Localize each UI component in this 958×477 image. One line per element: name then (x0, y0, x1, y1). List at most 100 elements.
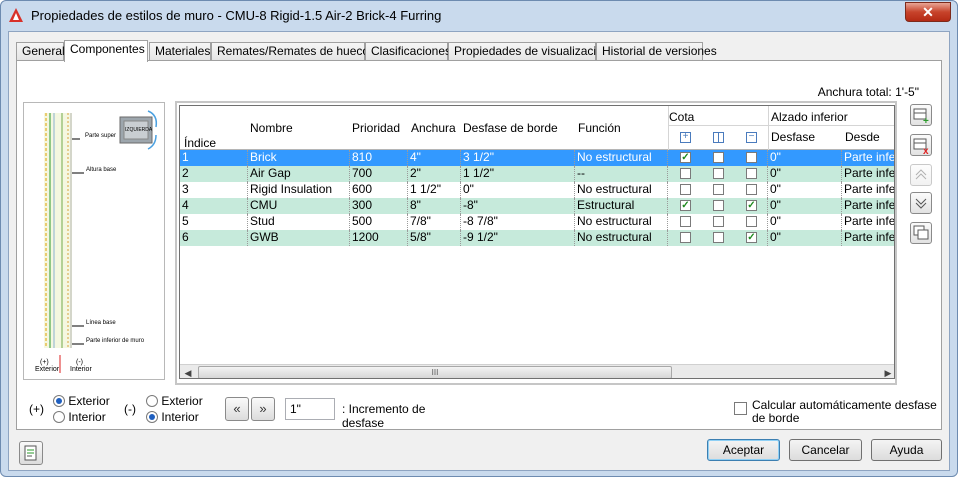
cell-offset[interactable]: 0" (768, 166, 842, 182)
table-row[interactable]: 4CMU3008"-8"Estructural ✓ ✓ 0"Parte inferio… (180, 198, 894, 214)
cell-name[interactable]: CMU (248, 198, 350, 214)
dimension-checkbox[interactable] (746, 168, 757, 179)
dim-exterior-icon[interactable]: + (680, 132, 691, 143)
cell-function[interactable]: No estructural (575, 150, 668, 166)
dimension-checkbox[interactable]: ✓ (746, 200, 757, 211)
cell-from[interactable]: Parte inferior (842, 214, 894, 230)
cell-offset[interactable]: 0" (768, 230, 842, 246)
cell-function[interactable]: -- (575, 166, 668, 182)
cell-function[interactable]: No estructural (575, 182, 668, 198)
help-button[interactable]: Ayuda (871, 439, 942, 461)
cell-function[interactable]: No estructural (575, 214, 668, 230)
accept-button[interactable]: Aceptar (707, 439, 780, 461)
cell-priority[interactable]: 500 (350, 214, 408, 230)
header-function[interactable]: Función (578, 121, 621, 135)
dimension-checkbox[interactable] (713, 232, 724, 243)
title-bar[interactable]: Propiedades de estilos de muro - CMU-8 R… (1, 1, 957, 31)
cell-index[interactable]: 3 (180, 182, 248, 198)
cell-from[interactable]: Parte inferior (842, 230, 894, 246)
scroll-thumb[interactable]: III (198, 366, 672, 378)
cell-offset[interactable]: 0" (768, 214, 842, 230)
plus-interior-radio[interactable] (53, 411, 65, 423)
cell-offset[interactable]: 0" (768, 182, 842, 198)
plus-exterior-radio[interactable] (53, 395, 65, 407)
cell-index[interactable]: 1 (180, 150, 248, 166)
move-up-button[interactable] (910, 164, 932, 186)
plus-exterior-option[interactable]: Exterior (53, 394, 110, 408)
scroll-left-arrow-icon[interactable]: ◀ (180, 365, 196, 378)
remove-component-button[interactable]: x (910, 134, 932, 157)
cell-name[interactable]: Brick (248, 150, 350, 166)
dimension-checkbox[interactable] (746, 152, 757, 163)
header-edge-offset[interactable]: Desfase de borde (463, 121, 558, 135)
cancel-button[interactable]: Cancelar (789, 439, 862, 461)
add-component-button[interactable]: + (910, 104, 932, 127)
cell-function[interactable]: Estructural (575, 198, 668, 214)
cell-width[interactable]: 2" (408, 166, 461, 182)
dimension-checkbox[interactable] (680, 216, 691, 227)
minus-exterior-radio[interactable] (146, 395, 158, 407)
table-row[interactable]: 2Air Gap7002"1 1/2"-- 0"Parte inferior (180, 166, 894, 182)
tab-historial-versiones[interactable]: Historial de versiones (596, 42, 717, 61)
cell-width[interactable]: 1 1/2" (408, 182, 461, 198)
cell-from[interactable]: Parte inferior (842, 182, 894, 198)
dimension-checkbox[interactable] (713, 200, 724, 211)
offset-increment-input[interactable]: 1" (285, 398, 335, 420)
scroll-right-arrow-icon[interactable]: ▶ (880, 365, 894, 378)
cell-name[interactable]: GWB (248, 230, 350, 246)
cell-edge-offset[interactable]: 0" (461, 182, 575, 198)
cell-offset[interactable]: 0" (768, 150, 842, 166)
cell-priority[interactable]: 600 (350, 182, 408, 198)
tab-componentes[interactable]: Componentes (64, 40, 148, 62)
cell-width[interactable]: 5/8" (408, 230, 461, 246)
cell-index[interactable]: 5 (180, 214, 248, 230)
header-index[interactable]: Índice (184, 136, 216, 150)
cell-name[interactable]: Rigid Insulation (248, 182, 350, 198)
cell-from[interactable]: Parte inferior (842, 150, 894, 166)
cell-edge-offset[interactable]: -8 7/8" (461, 214, 575, 230)
dim-interior-icon[interactable]: − (746, 132, 757, 143)
table-row[interactable]: 5 Stud 500 7/8" -8 7/8" No estructural 0" Parte… (180, 214, 894, 230)
minus-exterior-option[interactable]: Exterior (146, 394, 203, 408)
dimension-checkbox[interactable] (746, 216, 757, 227)
cell-edge-offset[interactable]: 3 1/2" (461, 150, 575, 166)
cell-index[interactable]: 4 (180, 198, 248, 214)
cell-offset[interactable]: 0" (768, 198, 842, 214)
table-row[interactable]: 3 Rigid Insulation 600 1 1/2" 0" No estructur… (180, 182, 894, 198)
cell-name[interactable]: Stud (248, 214, 350, 230)
cell-from[interactable]: Parte inferior (842, 198, 894, 214)
minus-interior-option[interactable]: Interior (146, 410, 199, 424)
cell-edge-offset[interactable]: 1 1/2" (461, 166, 575, 182)
minus-interior-radio[interactable] (146, 411, 158, 423)
close-button[interactable]: ✕ (905, 2, 951, 22)
cell-name[interactable]: Air Gap (248, 166, 350, 182)
cell-function[interactable]: No estructural (575, 230, 668, 246)
dimension-checkbox[interactable] (713, 168, 724, 179)
cell-width[interactable]: 7/8" (408, 214, 461, 230)
copy-component-button[interactable] (910, 222, 932, 244)
header-priority[interactable]: Prioridad (352, 121, 400, 135)
auto-calc-edge-offset-checkbox[interactable] (734, 402, 747, 415)
dimension-checkbox[interactable] (713, 184, 724, 195)
dimension-checkbox[interactable]: ✓ (680, 152, 691, 163)
tab-remates[interactable]: Remates/Remates de huecos (211, 42, 375, 61)
decrease-offset-button[interactable]: « (225, 397, 249, 421)
cell-index[interactable]: 2 (180, 166, 248, 182)
header-from[interactable]: Desde (845, 130, 880, 144)
dimension-checkbox[interactable] (713, 152, 724, 163)
table-row[interactable]: 1 Brick 810 4" 3 1/2" No estructural ✓ 0" Parte … (180, 150, 894, 166)
increase-offset-button[interactable]: » (251, 397, 275, 421)
tab-clasificaciones[interactable]: Clasificaciones (365, 42, 451, 61)
header-width[interactable]: Anchura (411, 121, 456, 135)
header-dimension[interactable]: Cota (669, 110, 694, 124)
tab-materiales[interactable]: Materiales (149, 42, 211, 61)
dimension-checkbox[interactable] (680, 168, 691, 179)
tab-propiedades-visualizacion[interactable]: Propiedades de visualización (448, 42, 609, 61)
header-name[interactable]: Nombre (250, 121, 293, 135)
cell-priority[interactable]: 700 (350, 166, 408, 182)
cell-width[interactable]: 8" (408, 198, 461, 214)
horizontal-scrollbar[interactable]: ◀ III ▶ (180, 364, 894, 378)
header-bottom-elevation[interactable]: Alzado inferior (771, 110, 848, 124)
dimension-checkbox[interactable] (713, 216, 724, 227)
style-editor-button[interactable] (19, 441, 43, 465)
